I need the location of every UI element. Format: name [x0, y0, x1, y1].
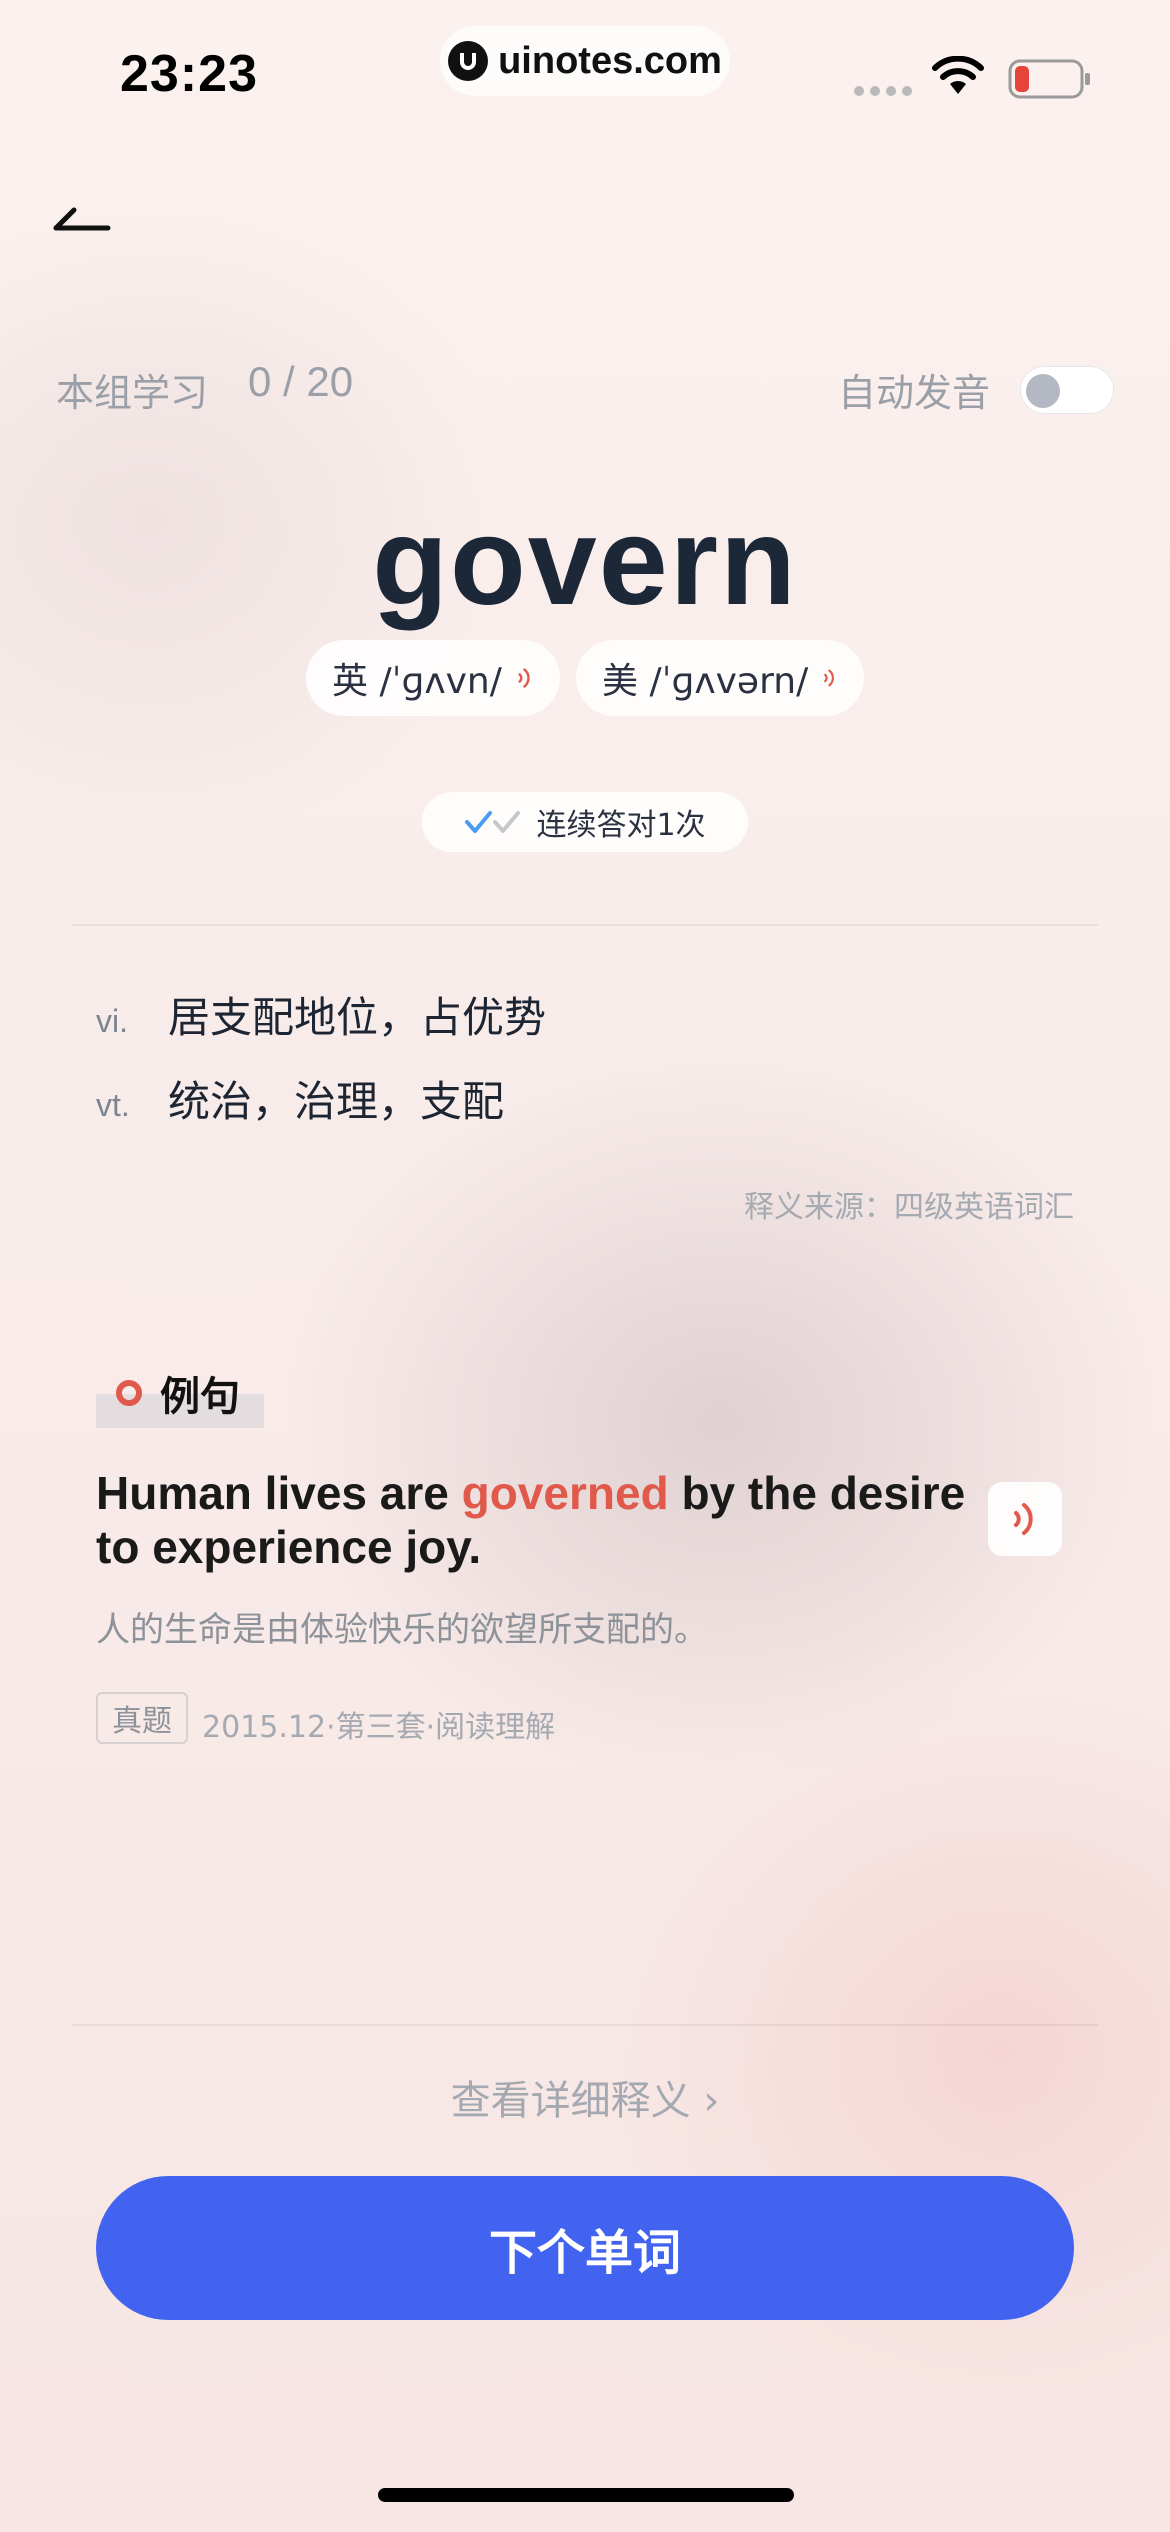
speaker-icon [1014, 1503, 1033, 1535]
next-word-button[interactable]: 下个单词 [96, 2176, 1074, 2320]
pronunciation-uk-text: 英 /ˈɡʌvn/ [332, 661, 502, 702]
back-arrow-icon [53, 207, 111, 231]
example-section-header: 例句 [96, 1364, 264, 1428]
back-button[interactable] [50, 200, 120, 240]
signal-icon [854, 86, 912, 96]
watermark-badge: uinotes.com [440, 26, 730, 96]
toggle-knob [1026, 374, 1060, 408]
auto-pronounce-toggle[interactable] [1020, 366, 1114, 414]
progress-count: 0 / 20 [248, 358, 354, 405]
example-sentence-start: Human lives are [96, 1467, 462, 1519]
pronunciation-uk-button[interactable]: 英 /ˈɡʌvn/ [306, 640, 560, 716]
streak-text: 连续答对1次 [536, 808, 706, 843]
divider [72, 924, 1098, 926]
definition-row: vt. 统治，治理，支配 [96, 1068, 504, 1129]
definition-meaning: 统治，治理，支配 [168, 1077, 505, 1126]
definition-pos: vt. [96, 1087, 130, 1123]
definition-meaning: 居支配地位，占优势 [168, 993, 547, 1042]
pronunciation-us-button[interactable]: 美 /ˈɡʌvərn/ [576, 640, 864, 716]
view-details-link[interactable]: 查看详细释义 › [0, 2068, 1170, 2126]
pronunciation-us-text: 美 /ˈɡʌvərn/ [602, 661, 809, 702]
progress-label: 本组学习 [56, 371, 209, 415]
exam-source: 2015.12·第三套·阅读理解 [202, 1710, 556, 1745]
divider [72, 2024, 1098, 2026]
definition-source: 释义来源：四级英语词汇 [744, 1190, 1074, 1225]
status-time: 23:23 [120, 45, 258, 103]
definition-pos: vi. [96, 1003, 128, 1039]
example-section-title: 例句 [160, 1374, 240, 1420]
wifi-icon [930, 55, 986, 102]
example-highlight-word: governed [461, 1467, 669, 1519]
streak-badge: 连续答对1次 [422, 792, 748, 852]
double-check-icon [464, 807, 522, 837]
example-bullet-icon [116, 1380, 142, 1406]
watermark-text: uinotes.com [498, 39, 722, 82]
home-indicator [378, 2488, 794, 2502]
example-translation: 人的生命是由体验快乐的欲望所支配的。 [96, 1610, 708, 1650]
word-title: govern [372, 493, 799, 631]
definition-row: vi. 居支配地位，占优势 [96, 984, 546, 1045]
exam-tag: 真题 [96, 1692, 188, 1744]
battery-icon [1008, 58, 1092, 104]
example-sentence: Human lives are governed by the desire t… [96, 1466, 996, 1574]
example-play-button[interactable] [988, 1482, 1062, 1556]
auto-pronounce-label: 自动发音 [838, 371, 991, 415]
speaker-icon [824, 669, 835, 687]
word-container: govern [0, 492, 1170, 632]
speaker-icon [518, 668, 530, 688]
watermark-logo-icon [448, 41, 489, 81]
screen: 23:23 uinotes.com 本组学习 0 / 20 自动发音 gover… [0, 0, 1170, 2532]
